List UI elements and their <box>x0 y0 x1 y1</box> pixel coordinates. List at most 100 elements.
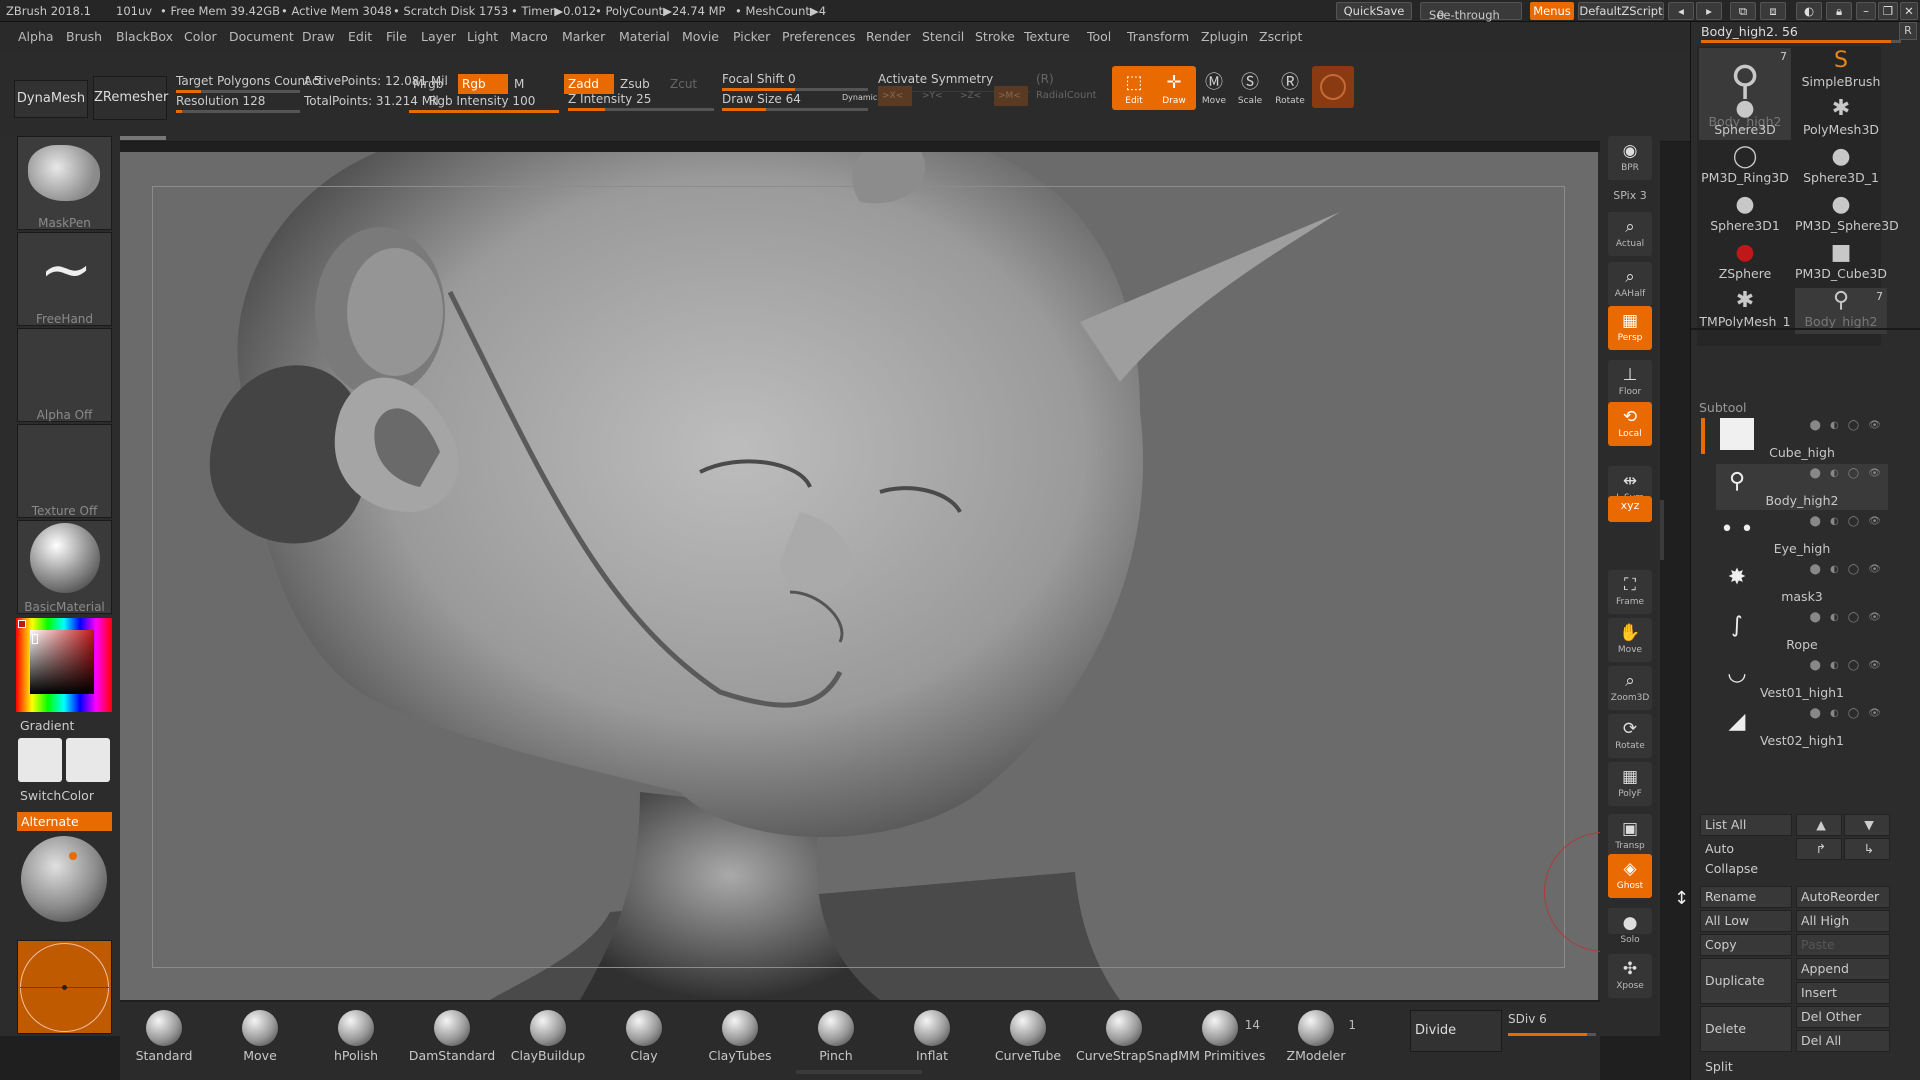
menu-color[interactable]: Color <box>184 29 217 44</box>
tool-item-sphere3d1[interactable]: ● Sphere3D1 <box>1699 192 1791 238</box>
paste-button[interactable]: Paste <box>1796 934 1890 956</box>
tool-item-simplebrush[interactable]: S SimpleBrush <box>1795 48 1887 94</box>
rotate-mode-button[interactable]: Ⓡ Rotate <box>1268 66 1312 110</box>
minimize-icon[interactable]: – <box>1856 2 1876 20</box>
subtool-visibility-icon[interactable]: ⬤ ◐ ◯ 👁︎ <box>1810 420 1884 431</box>
floor-button[interactable]: ⊥ Floor <box>1608 360 1652 404</box>
subtool-visibility-icon[interactable]: ⬤ ◐ ◯ 👁︎ <box>1810 564 1884 575</box>
menu-alpha[interactable]: Alpha <box>18 29 54 44</box>
menu-movie[interactable]: Movie <box>682 29 719 44</box>
rotate-button[interactable]: ⟳ Rotate <box>1608 714 1652 758</box>
list-all-button[interactable]: List All <box>1700 814 1792 836</box>
brush-selector[interactable]: MaskPen <box>17 136 112 230</box>
sym-m-toggle[interactable]: >M< <box>994 86 1028 106</box>
all-low-button[interactable]: All Low <box>1700 910 1792 932</box>
duplicate-button[interactable]: Duplicate <box>1700 958 1792 1004</box>
menu-texture[interactable]: Texture <box>1024 29 1070 44</box>
move-to-top-icon[interactable]: ↱ <box>1796 838 1842 860</box>
menu-marker[interactable]: Marker <box>562 29 605 44</box>
menu-light[interactable]: Light <box>467 29 498 44</box>
edit-mode-button[interactable]: ⬚ Edit <box>1112 66 1156 110</box>
actual-button[interactable]: ⌕ Actual <box>1608 212 1652 256</box>
bottom-tray-grip[interactable] <box>796 1070 922 1074</box>
menu-edit[interactable]: Edit <box>348 29 372 44</box>
bpr-button[interactable]: ◉ BPR <box>1608 136 1652 180</box>
menu-material[interactable]: Material <box>619 29 670 44</box>
maximize-icon[interactable]: ❐ <box>1878 2 1898 20</box>
color-square[interactable] <box>30 630 94 694</box>
menu-blackbox[interactable]: BlackBox <box>116 29 173 44</box>
tool-item-pm3d-ring3d[interactable]: ◯ PM3D_Ring3D <box>1699 144 1791 190</box>
primary-color-swatch[interactable] <box>18 738 62 782</box>
alpha-selector[interactable]: Alpha Off <box>17 328 112 422</box>
zcut-toggle[interactable]: Zcut <box>666 74 714 94</box>
xyz-button[interactable]: ⟳xyz <box>1608 496 1652 522</box>
aahalf-button[interactable]: ⌕ AAHalf <box>1608 262 1652 306</box>
brush-imm-primitives[interactable]: IMM Primitives 14 <box>1172 1010 1268 1070</box>
menu-macro[interactable]: Macro <box>510 29 548 44</box>
tool-item-sphere3d[interactable]: ● Sphere3D <box>1699 96 1791 142</box>
subtool-visibility-icon[interactable]: ⬤ ◐ ◯ 👁︎ <box>1810 612 1884 623</box>
divide-button[interactable]: Divide <box>1410 1010 1502 1052</box>
insert-button[interactable]: Insert <box>1796 982 1890 1004</box>
light-sphere[interactable] <box>21 836 107 922</box>
tray-divider-grip[interactable] <box>1660 500 1664 560</box>
local-button[interactable]: ⟲ Local <box>1608 402 1652 446</box>
layout-prev-icon[interactable]: ◂ <box>1668 2 1694 20</box>
zremesher-button[interactable]: ZRemesher <box>93 76 168 120</box>
dynamic-toggle[interactable]: Dynamic <box>842 93 877 102</box>
rgb-intensity-slider[interactable]: Rgb Intensity 100 <box>409 94 559 113</box>
layout-next-icon[interactable]: ▸ <box>1696 2 1722 20</box>
main-color-swatch[interactable] <box>18 620 26 628</box>
subtool-row-rope[interactable]: ∫ ⬤ ◐ ◯ 👁︎ Rope <box>1716 608 1888 654</box>
lock-icon[interactable]: 🔒︎ <box>1826 2 1852 20</box>
rgb-toggle[interactable]: Rgb <box>458 74 508 94</box>
subtool-row-cube-high[interactable]: ■ ⬤ ◐ ◯ 👁︎ Cube_high <box>1716 416 1888 462</box>
move-button[interactable]: ✋ Move <box>1608 618 1652 662</box>
autoreorder-button[interactable]: AutoReorder <box>1796 886 1890 908</box>
subtool-header[interactable]: Subtool <box>1699 400 1746 415</box>
del-all-button[interactable]: Del All <box>1796 1030 1890 1052</box>
material-selector[interactable]: BasicMaterial <box>17 520 112 614</box>
brush-inflat[interactable]: Inflat <box>884 1010 980 1070</box>
menu-brush[interactable]: Brush <box>66 29 102 44</box>
zsub-toggle[interactable]: Zsub <box>616 74 664 94</box>
close-icon[interactable]: ✕ <box>1900 2 1918 20</box>
draw-mode-button[interactable]: ✛ Draw <box>1152 66 1196 110</box>
menu-transform[interactable]: Transform <box>1127 29 1189 44</box>
tool-item-zsphere[interactable]: ● ZSphere <box>1699 240 1791 286</box>
mrgb-toggle[interactable]: Mrgb <box>409 74 457 94</box>
ghost-button[interactable]: ◈ Ghost <box>1608 854 1652 898</box>
solo-button[interactable]: ● Solo <box>1608 908 1652 945</box>
delete-button[interactable]: Delete <box>1700 1006 1792 1052</box>
subtool-row-mask3[interactable]: ✸ ⬤ ◐ ◯ 👁︎ mask3 <box>1716 560 1888 606</box>
all-high-button[interactable]: All High <box>1796 910 1890 932</box>
brush-damstandard[interactable]: DamStandard <box>404 1010 500 1070</box>
frame-button[interactable]: ⛶ Frame <box>1608 570 1652 614</box>
append-button[interactable]: Append <box>1796 958 1890 980</box>
lightbox-toggle[interactable] <box>1312 66 1354 108</box>
auto-collapse-button[interactable]: Auto Collapse <box>1700 838 1792 876</box>
subtool-visibility-icon[interactable]: ⬤ ◐ ◯ 👁︎ <box>1810 516 1884 527</box>
polyf-button[interactable]: ▦ PolyF <box>1608 762 1652 806</box>
alternate-toggle[interactable]: Alternate <box>17 812 112 831</box>
persp-button[interactable]: ▦ Persp <box>1608 306 1652 350</box>
subtool-row-vest02-high1[interactable]: ◢ ⬤ ◐ ◯ 👁︎ Vest02_high1 <box>1716 704 1888 750</box>
menu-stroke[interactable]: Stroke <box>975 29 1015 44</box>
zoom3d-button[interactable]: ⌕ Zoom3D <box>1608 666 1652 710</box>
tray-grip[interactable] <box>118 136 166 140</box>
sdiv-slider[interactable]: SDiv 6 <box>1508 1012 1596 1036</box>
scale-mode-button[interactable]: Ⓢ Scale <box>1228 66 1272 110</box>
sym-x-toggle[interactable]: >X< <box>878 86 912 106</box>
color-picker[interactable] <box>16 618 112 712</box>
menu-picker[interactable]: Picker <box>733 29 770 44</box>
menu-zscript[interactable]: Zscript <box>1259 29 1302 44</box>
ui-layout-icon[interactable]: ⧉ <box>1730 2 1756 20</box>
transp-button[interactable]: ▣ Transp <box>1608 814 1652 858</box>
subtool-row-eye-high[interactable]: • • ⬤ ◐ ◯ 👁︎ Eye_high <box>1716 512 1888 558</box>
tool-item-pm3d-cube3d[interactable]: ■ PM3D_Cube3D <box>1795 240 1887 286</box>
brush-zmodeler[interactable]: ZModeler 1 <box>1268 1010 1364 1070</box>
seethrough-slider[interactable]: See-through 0 <box>1420 2 1522 22</box>
menu-document[interactable]: Document <box>229 29 294 44</box>
subtool-visibility-icon[interactable]: ⬤ ◐ ◯ 👁︎ <box>1810 708 1884 719</box>
